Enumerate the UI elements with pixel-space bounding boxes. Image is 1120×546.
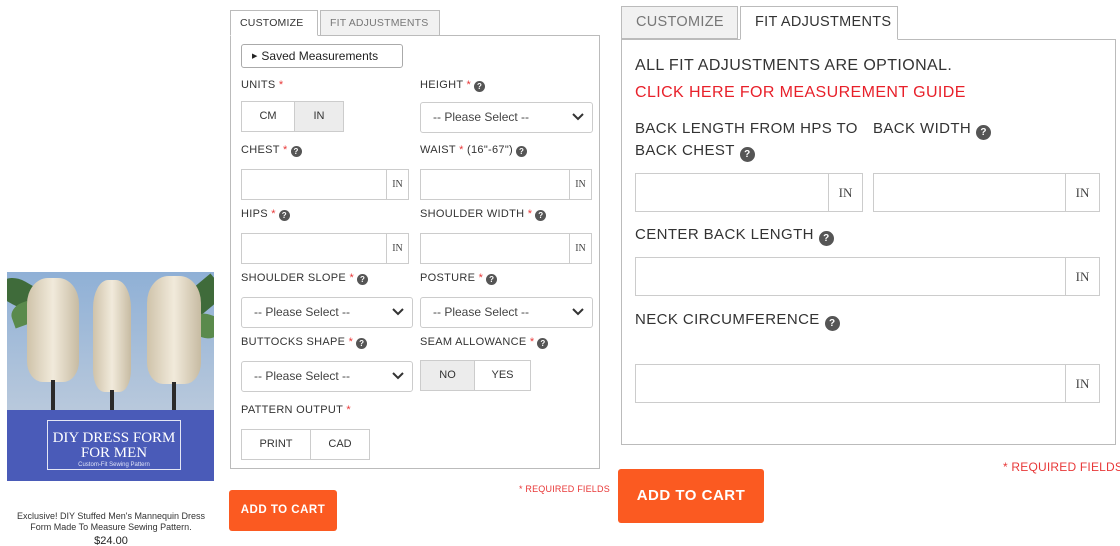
tab-customize-large[interactable]: CUSTOMIZE	[621, 6, 738, 39]
product-price: $24.00	[94, 535, 128, 546]
back-length-label: BACK LENGTH FROM HPS TO BACK CHEST?	[635, 120, 858, 162]
posture-label: POSTURE *?	[420, 272, 498, 285]
chevron-down-icon	[572, 113, 584, 121]
chevron-down-icon	[392, 372, 404, 380]
saved-measurements-button[interactable]: ▶ Saved Measurements	[241, 44, 403, 68]
chevron-down-icon	[572, 308, 584, 316]
help-icon[interactable]: ?	[535, 210, 547, 221]
seam-allowance-label: SEAM ALLOWANCE *?	[420, 336, 549, 349]
waist-label: WAIST * (16"-67")?	[420, 144, 528, 157]
mannequin-torso	[27, 278, 79, 382]
shoulder-width-input[interactable]: IN	[420, 233, 592, 264]
height-select[interactable]: -- Please Select --	[420, 102, 593, 133]
image-title: DIY DRESS FORM FOR MEN	[52, 430, 176, 461]
back-length-input[interactable]: IN	[635, 173, 863, 212]
add-to-cart-button[interactable]: ADD TO CART	[229, 490, 337, 531]
unit-in-button[interactable]: IN	[294, 101, 344, 132]
back-width-label: BACK WIDTH?	[873, 118, 992, 140]
output-cad-button[interactable]: CAD	[310, 429, 370, 460]
hips-unit: IN	[386, 234, 408, 263]
help-icon[interactable]: ?	[474, 81, 486, 92]
chest-input[interactable]: IN	[241, 169, 409, 200]
units-label: UNITS *	[241, 79, 284, 91]
tab-fit-adjustments-large[interactable]: FIT ADJUSTMENTS	[740, 6, 898, 40]
output-print-button[interactable]: PRINT	[241, 429, 311, 460]
product-image[interactable]: DIY DRESS FORM FOR MEN Custom-Fit Sewing…	[7, 272, 214, 481]
height-label: HEIGHT *?	[420, 79, 486, 92]
required-fields-note-large: * REQUIRED FIELDS	[1003, 460, 1120, 474]
neck-circumference-input[interactable]: IN	[635, 364, 1100, 403]
shoulder-slope-label: SHOULDER SLOPE *?	[241, 272, 369, 285]
shoulder-slope-select[interactable]: -- Please Select --	[241, 297, 413, 328]
back-length-unit: IN	[828, 174, 862, 211]
help-icon[interactable]: ?	[516, 146, 528, 157]
shoulder-width-unit: IN	[569, 234, 591, 263]
add-to-cart-button-large[interactable]: ADD TO CART	[618, 469, 764, 523]
seam-yes-button[interactable]: YES	[474, 360, 531, 391]
buttocks-shape-label: BUTTOCKS SHAPE *?	[241, 336, 368, 349]
chevron-down-icon	[392, 308, 404, 316]
measurement-guide-link[interactable]: CLICK HERE FOR MEASUREMENT GUIDE	[635, 82, 966, 104]
mannequin-torso	[147, 276, 201, 384]
help-icon[interactable]: ?	[824, 316, 840, 331]
center-back-length-label: CENTER BACK LENGTH?	[635, 224, 834, 246]
hips-input[interactable]: IN	[241, 233, 409, 264]
posture-select[interactable]: -- Please Select --	[420, 297, 593, 328]
help-icon[interactable]: ?	[486, 274, 498, 285]
chest-unit: IN	[386, 170, 408, 199]
mannequin-torso	[93, 280, 131, 392]
center-back-length-unit: IN	[1065, 258, 1099, 295]
help-icon[interactable]: ?	[357, 274, 369, 285]
tab-customize[interactable]: CUSTOMIZE	[230, 10, 318, 36]
center-back-length-input[interactable]: IN	[635, 257, 1100, 296]
seam-no-button[interactable]: NO	[420, 360, 475, 391]
neck-circumference-label: NECK CIRCUMFERENCE?	[635, 309, 840, 331]
pattern-output-label: PATTERN OUTPUT *	[241, 404, 351, 416]
image-subtitle: Custom-Fit Sewing Pattern	[78, 462, 150, 468]
required-fields-note: * REQUIRED FIELDS	[519, 484, 610, 494]
chest-label: CHEST *?	[241, 144, 302, 157]
unit-cm-button[interactable]: CM	[241, 101, 295, 132]
optional-note: ALL FIT ADJUSTMENTS ARE OPTIONAL.	[635, 57, 953, 74]
waist-input[interactable]: IN	[420, 169, 592, 200]
hips-label: HIPS *?	[241, 208, 290, 221]
back-width-unit: IN	[1065, 174, 1099, 211]
waist-unit: IN	[569, 170, 591, 199]
help-icon[interactable]: ?	[290, 146, 302, 157]
help-icon[interactable]: ?	[356, 338, 368, 349]
buttocks-shape-select[interactable]: -- Please Select --	[241, 361, 413, 392]
help-icon[interactable]: ?	[278, 210, 290, 221]
help-icon[interactable]: ?	[537, 338, 549, 349]
caret-right-icon: ▶	[252, 53, 258, 60]
back-width-input[interactable]: IN	[873, 173, 1100, 212]
help-icon[interactable]: ?	[739, 147, 755, 162]
product-description[interactable]: Exclusive! DIY Stuffed Men's Mannequin D…	[8, 511, 214, 533]
help-icon[interactable]: ?	[818, 231, 834, 246]
tab-fit-adjustments[interactable]: FIT ADJUSTMENTS	[320, 10, 440, 36]
neck-circumference-unit: IN	[1065, 365, 1099, 402]
shoulder-width-label: SHOULDER WIDTH *?	[420, 208, 547, 221]
help-icon[interactable]: ?	[976, 125, 992, 140]
